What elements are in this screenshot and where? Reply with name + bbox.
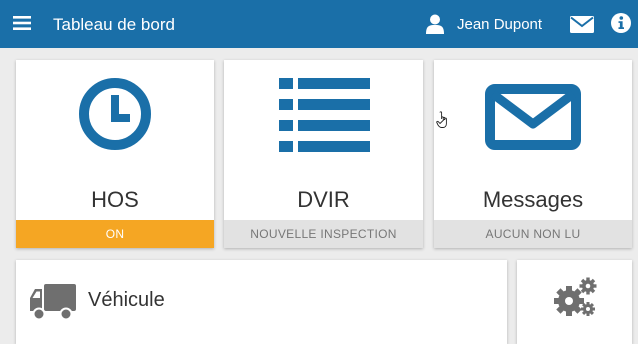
hos-tile[interactable]: HOS ON	[16, 60, 214, 248]
page-title: Tableau de bord	[53, 15, 175, 34]
truck-icon	[30, 284, 76, 320]
envelope-icon[interactable]	[570, 16, 594, 33]
vehicle-label: Véhicule	[88, 289, 165, 311]
dvir-tile[interactable]: DVIR NOUVELLE INSPECTION	[224, 60, 423, 248]
envelope-icon	[485, 84, 581, 150]
info-icon[interactable]	[611, 13, 631, 33]
hand-cursor-icon	[436, 111, 447, 128]
dvir-label: DVIR	[297, 187, 350, 212]
vehicle-tile[interactable]: Véhicule	[16, 260, 507, 344]
menu-icon[interactable]	[13, 16, 31, 30]
top-bar: Tableau de bord Jean Dupont	[0, 0, 638, 48]
hos-label: HOS	[91, 187, 139, 212]
dvir-status: NOUVELLE INSPECTION	[224, 220, 423, 248]
settings-tile[interactable]	[517, 260, 632, 344]
messages-tile[interactable]: Messages AUCUN NON LU	[434, 60, 632, 248]
clock-icon	[79, 78, 151, 150]
user-icon[interactable]	[426, 14, 444, 34]
user-name[interactable]: Jean Dupont	[457, 16, 542, 33]
messages-label: Messages	[482, 187, 584, 212]
list-icon	[279, 78, 370, 152]
hos-status: ON	[16, 220, 214, 248]
messages-status: AUCUN NON LU	[434, 220, 632, 248]
gears-icon	[554, 277, 597, 316]
